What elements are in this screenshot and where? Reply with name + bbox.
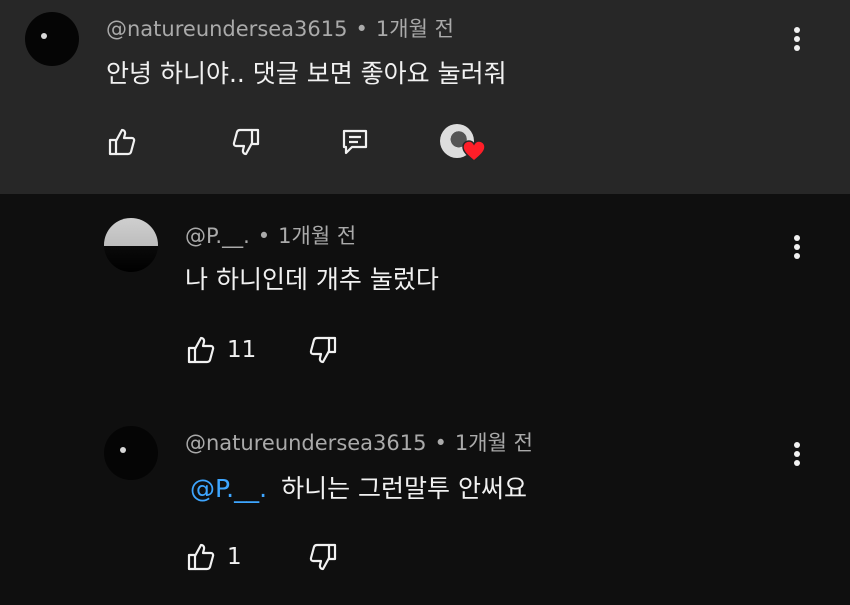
like-count: 11	[227, 337, 257, 363]
timestamp: 1개월 전	[278, 224, 357, 248]
more-options-button[interactable]	[786, 232, 808, 262]
comment-meta: @natureundersea3615 • 1개월 전	[106, 13, 454, 43]
like-button[interactable]	[106, 122, 138, 162]
thumb-down-icon	[309, 543, 337, 571]
comment-text: 안녕 하니야.. 댓글 보면 좋아요 눌러줘	[106, 59, 507, 88]
comment-text: 나 하니인데 개추 눌렀다	[185, 265, 439, 294]
comment-meta: @P.__. • 1개월 전	[185, 220, 356, 250]
separator: •	[434, 431, 447, 455]
heart-icon	[462, 140, 486, 162]
reply-button[interactable]	[339, 122, 371, 162]
thumb-up-icon	[187, 336, 215, 364]
separator: •	[257, 224, 271, 248]
author-name[interactable]: @P.__.	[185, 224, 250, 248]
more-options-button[interactable]	[786, 24, 808, 54]
creator-heart-avatar	[440, 124, 486, 162]
like-button[interactable]: 1	[185, 537, 242, 577]
reply-comment: @natureundersea3615 • 1개월 전 @P.__. 하니는 그런말투…	[0, 399, 850, 605]
thumb-down-icon	[309, 336, 337, 364]
like-button[interactable]: 11	[185, 330, 256, 370]
comment-body: 하니는 그런말투 안써요	[281, 474, 527, 503]
avatar[interactable]	[25, 12, 79, 66]
mention-link[interactable]: @P.__.	[190, 474, 267, 503]
thumb-up-icon	[108, 128, 136, 156]
author-name[interactable]: @natureundersea3615	[185, 431, 427, 455]
reply-comment: @P.__. • 1개월 전 나 하니인데 개추 눌렀다 11	[0, 194, 850, 399]
dislike-button[interactable]	[230, 122, 262, 162]
more-options-button[interactable]	[786, 439, 808, 469]
dislike-button[interactable]	[307, 330, 339, 370]
comment-text: @P.__. 하니는 그런말투 안써요	[190, 469, 527, 505]
timestamp: 1개월 전	[454, 431, 533, 455]
avatar[interactable]	[104, 426, 158, 480]
comment-meta: @natureundersea3615 • 1개월 전	[185, 427, 533, 457]
avatar[interactable]	[104, 218, 158, 272]
thumb-down-icon	[232, 128, 260, 156]
separator: •	[355, 17, 368, 41]
dislike-button[interactable]	[307, 537, 339, 577]
thumb-up-icon	[187, 543, 215, 571]
author-name[interactable]: @natureundersea3615	[106, 17, 348, 41]
like-count: 1	[227, 544, 242, 570]
timestamp: 1개월 전	[375, 17, 454, 41]
reply-icon	[342, 129, 368, 155]
comment-highlighted: @natureundersea3615 • 1개월 전 안녕 하니야.. 댓글 보면…	[0, 0, 850, 194]
